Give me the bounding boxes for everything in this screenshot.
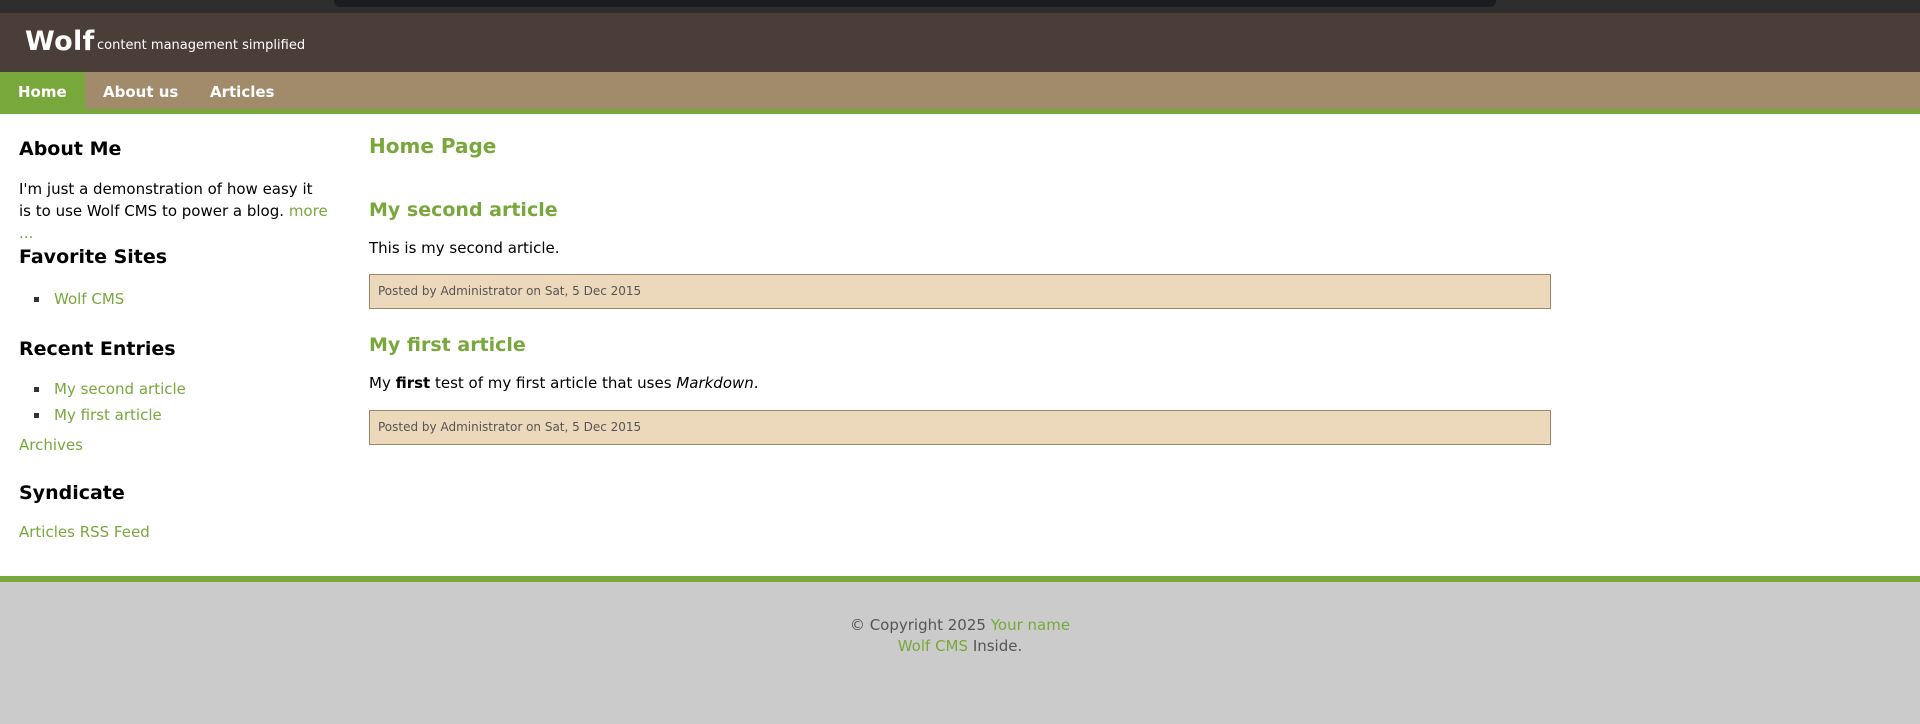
- syndicate-heading: Syndicate: [19, 482, 125, 504]
- recent-entries-heading: Recent Entries: [19, 338, 176, 360]
- article-body-italic: Markdown: [676, 374, 754, 392]
- copyright-text: © Copyright 2025: [849, 616, 986, 634]
- recent-entry-link[interactable]: My second article: [54, 380, 186, 398]
- about-me-heading: About Me: [19, 138, 122, 160]
- rss-feed-link[interactable]: Articles RSS Feed: [19, 523, 150, 541]
- favorite-sites-list: Wolf CMS: [19, 286, 329, 312]
- article-title-link[interactable]: My first article: [369, 334, 526, 356]
- site-tagline: content management simplified: [97, 38, 306, 53]
- nav-item-about-us[interactable]: About us: [103, 72, 178, 113]
- wolf-cms-link[interactable]: Wolf CMS: [898, 637, 968, 655]
- nav-item-articles[interactable]: Articles: [210, 72, 274, 113]
- article-body-bold: first: [395, 374, 431, 392]
- browser-top-strip: [0, 0, 1920, 13]
- about-me-body: I'm just a demonstration of how easy it …: [19, 180, 313, 220]
- article-meta: Posted by Administrator on Sat, 5 Dec 20…: [369, 274, 1551, 309]
- nav-item-home[interactable]: Home: [0, 72, 85, 113]
- top-scroll-thumb[interactable]: [334, 0, 1496, 7]
- site-logo[interactable]: Wolf: [25, 26, 95, 57]
- article-body: This is my second article.: [369, 239, 560, 257]
- footer-copyright-line: © Copyright 2025 Your name: [0, 616, 1920, 634]
- article-title-link[interactable]: My second article: [369, 199, 558, 221]
- list-item: Wolf CMS: [19, 286, 329, 312]
- favorite-sites-heading: Favorite Sites: [19, 246, 168, 268]
- recent-entries-list: My second article My first article: [19, 376, 329, 428]
- article-body: My first test of my first article that u…: [369, 374, 759, 392]
- article-body-text: My: [369, 374, 396, 392]
- about-me-text: I'm just a demonstration of how easy it …: [19, 178, 329, 244]
- main-nav: Home About us Articles: [0, 72, 1920, 113]
- archives-link[interactable]: Archives: [19, 436, 83, 454]
- nav-accent-bar: [0, 109, 1920, 114]
- list-item: My first article: [19, 402, 329, 428]
- page-title: Home Page: [369, 134, 497, 158]
- inside-text: Inside.: [972, 637, 1023, 655]
- your-name-link[interactable]: Your name: [991, 616, 1070, 634]
- list-item: My second article: [19, 376, 329, 402]
- footer-powered-line: Wolf CMS Inside.: [0, 637, 1920, 655]
- article-meta: Posted by Administrator on Sat, 5 Dec 20…: [369, 410, 1551, 445]
- site-header: Wolf content management simplified: [0, 13, 1920, 72]
- recent-entry-link[interactable]: My first article: [54, 406, 162, 424]
- article-body-text: test of my first article that uses: [430, 374, 677, 392]
- favorite-site-link[interactable]: Wolf CMS: [54, 290, 124, 308]
- site-footer: © Copyright 2025 Your name Wolf CMS Insi…: [0, 582, 1920, 724]
- article-body-text: .: [753, 374, 759, 392]
